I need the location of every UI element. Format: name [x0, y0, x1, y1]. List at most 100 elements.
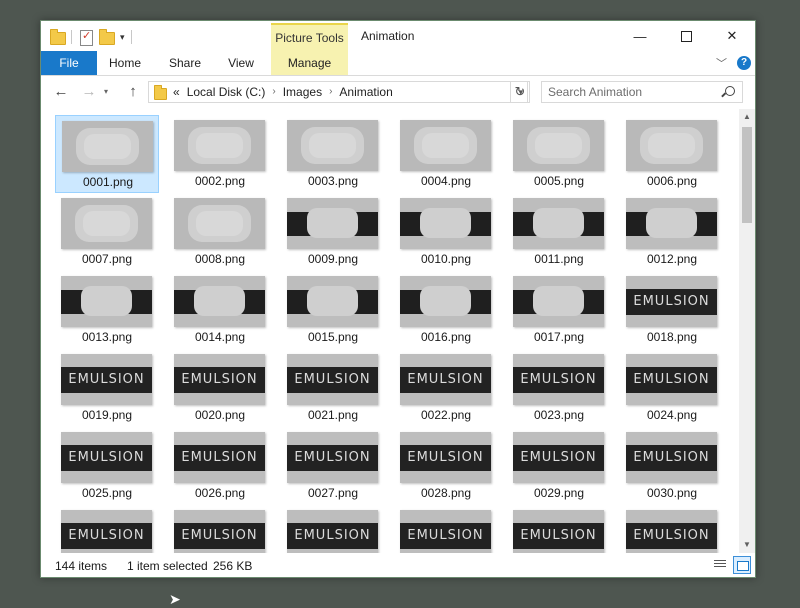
properties-icon[interactable] [78, 29, 94, 46]
file-item[interactable]: 0004.png [394, 115, 498, 193]
file-item[interactable]: EMULSION [620, 505, 724, 553]
file-item[interactable]: 0011.png [507, 193, 611, 271]
file-item[interactable]: EMULSION [394, 505, 498, 553]
file-thumbnail [287, 198, 378, 249]
search-box[interactable] [541, 81, 743, 103]
tab-file[interactable]: File [41, 51, 97, 75]
file-item[interactable]: EMULSION 0020.png [168, 349, 272, 427]
window-controls: — ✕ [617, 21, 755, 51]
forward-button[interactable]: → [79, 82, 99, 102]
large-icons-view-icon[interactable] [733, 556, 751, 574]
scroll-down-icon[interactable]: ▼ [739, 537, 755, 553]
file-item[interactable]: EMULSION 0028.png [394, 427, 498, 505]
file-item[interactable]: 0007.png [55, 193, 159, 271]
breadcrumb: « Local Disk (C:) › Images › Animation [173, 82, 393, 102]
file-thumbnail: EMULSION [61, 510, 152, 553]
file-item[interactable]: 0008.png [168, 193, 272, 271]
breadcrumb-chevron-icon[interactable]: › [329, 82, 332, 102]
file-item[interactable]: EMULSION [55, 505, 159, 553]
file-thumbnail [62, 121, 153, 172]
file-name: 0022.png [420, 408, 472, 422]
file-item[interactable]: EMULSION [507, 505, 611, 553]
file-name: 0002.png [194, 174, 246, 188]
tab-manage[interactable]: Manage [271, 51, 348, 75]
vertical-scrollbar[interactable]: ▲ ▼ [739, 109, 755, 553]
file-item[interactable]: EMULSION 0030.png [620, 427, 724, 505]
customize-toolbar-chevron-icon[interactable]: ▾ [120, 32, 125, 43]
file-item[interactable]: EMULSION 0024.png [620, 349, 724, 427]
file-thumbnail [61, 276, 152, 327]
back-button[interactable]: ← [51, 82, 71, 102]
file-item[interactable]: 0012.png [620, 193, 724, 271]
file-item[interactable]: EMULSION 0022.png [394, 349, 498, 427]
file-thumbnail: EMULSION [626, 276, 717, 327]
file-item[interactable]: 0017.png [507, 271, 611, 349]
picture-tools-label: Picture Tools [271, 23, 348, 51]
breadcrumb-local-disk[interactable]: Local Disk (C:) [187, 82, 266, 102]
file-item[interactable]: 0003.png [281, 115, 385, 193]
thumbnail-text: EMULSION [520, 372, 597, 387]
minimize-button[interactable]: — [617, 21, 663, 51]
file-item[interactable]: 0006.png [620, 115, 724, 193]
file-thumbnail: EMULSION [61, 354, 152, 405]
thumbnail-text: EMULSION [181, 450, 258, 465]
scrollbar-thumb[interactable] [742, 127, 752, 223]
recent-locations-chevron-icon[interactable]: ▾ [101, 82, 111, 102]
search-icon[interactable] [725, 86, 735, 96]
breadcrumb-animation[interactable]: Animation [339, 82, 392, 102]
quick-access-toolbar: ▾ [49, 27, 134, 47]
breadcrumb-images[interactable]: Images [283, 82, 322, 102]
breadcrumb-chevron-icon[interactable]: › [272, 82, 275, 102]
thumbnail-text: EMULSION [633, 450, 710, 465]
status-bar: 144 items 1 item selected 256 KB [41, 555, 755, 577]
file-name: 0019.png [81, 408, 133, 422]
file-thumbnail: EMULSION [287, 432, 378, 483]
file-item[interactable]: 0010.png [394, 193, 498, 271]
help-icon[interactable]: ? [737, 56, 751, 70]
file-item[interactable]: 0005.png [507, 115, 611, 193]
file-item[interactable]: EMULSION 0029.png [507, 427, 611, 505]
file-name: 0009.png [307, 252, 359, 266]
minimize-icon: — [633, 28, 647, 44]
file-item[interactable]: EMULSION 0021.png [281, 349, 385, 427]
file-item[interactable]: EMULSION 0023.png [507, 349, 611, 427]
breadcrumb-overflow[interactable]: « [173, 82, 180, 102]
file-grid: 0001.png 0002.png 0003.png 0004.png 0005.png… [55, 115, 724, 553]
file-item[interactable]: EMULSION 0025.png [55, 427, 159, 505]
file-list-view[interactable]: 0001.png 0002.png 0003.png 0004.png 0005.png… [41, 109, 739, 553]
new-folder-icon[interactable] [98, 29, 115, 45]
file-item[interactable]: EMULSION [168, 505, 272, 553]
file-item[interactable]: EMULSION 0026.png [168, 427, 272, 505]
file-item[interactable]: 0009.png [281, 193, 385, 271]
file-item[interactable]: 0015.png [281, 271, 385, 349]
file-name: 0018.png [646, 330, 698, 344]
ribbon-tabs: File Home Share View Manage ﹀ ? [41, 51, 755, 76]
scroll-up-icon[interactable]: ▲ [739, 109, 755, 125]
file-thumbnail: EMULSION [174, 432, 265, 483]
file-item[interactable]: EMULSION [281, 505, 385, 553]
file-item[interactable]: EMULSION 0027.png [281, 427, 385, 505]
tab-view[interactable]: View [215, 51, 267, 75]
file-item[interactable]: EMULSION 0019.png [55, 349, 159, 427]
maximize-button[interactable] [663, 21, 709, 51]
file-item[interactable]: 0016.png [394, 271, 498, 349]
address-bar[interactable]: « Local Disk (C:) › Images › Animation ▾ [148, 81, 528, 103]
file-item[interactable]: EMULSION 0018.png [620, 271, 724, 349]
toolbar-separator [71, 30, 72, 44]
close-button[interactable]: ✕ [709, 21, 755, 51]
file-item[interactable]: 0002.png [168, 115, 272, 193]
refresh-button[interactable]: ↻ [510, 81, 530, 103]
details-view-icon[interactable] [711, 556, 729, 574]
file-name: 0006.png [646, 174, 698, 188]
search-input[interactable] [548, 84, 718, 100]
file-thumbnail: EMULSION [174, 354, 265, 405]
file-name: 0029.png [533, 486, 585, 500]
file-item[interactable]: 0001.png [55, 115, 159, 193]
tab-home[interactable]: Home [97, 51, 153, 75]
file-name: 0027.png [307, 486, 359, 500]
up-button[interactable]: ↑ [123, 82, 143, 102]
tab-share[interactable]: Share [157, 51, 213, 75]
expand-ribbon-chevron-icon[interactable]: ﹀ [716, 55, 727, 71]
file-item[interactable]: 0013.png [55, 271, 159, 349]
file-item[interactable]: 0014.png [168, 271, 272, 349]
